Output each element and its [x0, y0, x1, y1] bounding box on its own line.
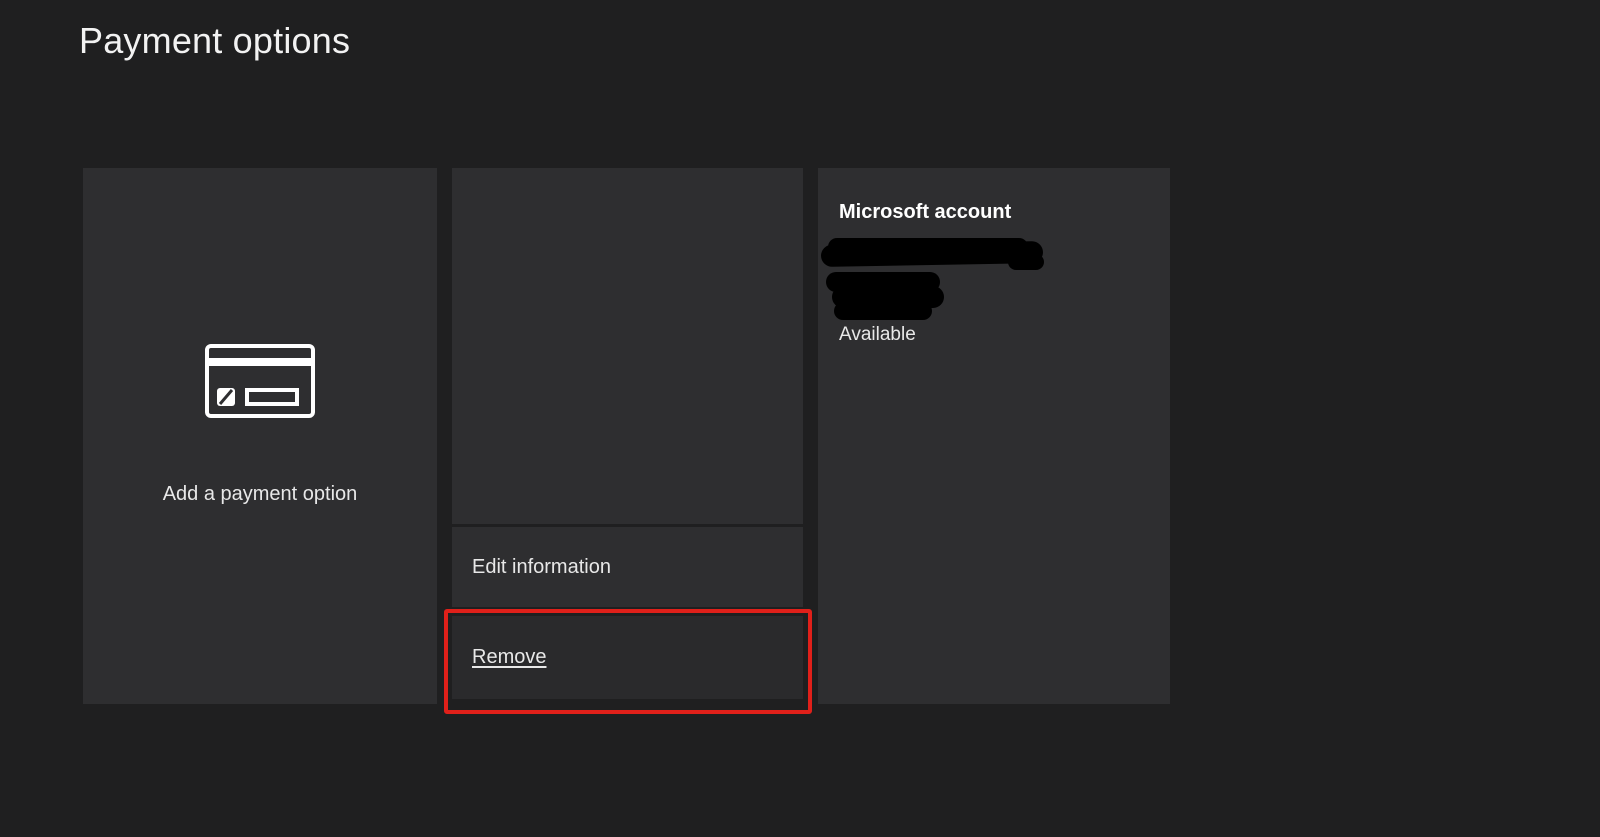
payment-options-page: Payment options Add a payment option Edi…	[0, 0, 1600, 837]
edit-information-label: Edit information	[472, 555, 611, 578]
remove-label: Remove	[472, 646, 547, 668]
add-payment-option-label: Add a payment option	[162, 483, 358, 505]
microsoft-account-status: Available	[839, 324, 916, 345]
add-payment-option-tile[interactable]: Add a payment option	[83, 168, 437, 704]
microsoft-account-title: Microsoft account	[839, 201, 1012, 223]
payment-card-tile[interactable]	[452, 168, 803, 524]
page-title: Payment options	[79, 20, 351, 61]
credit-card-icon	[205, 344, 315, 418]
redaction-mark	[834, 302, 932, 320]
redaction-mark	[1008, 254, 1044, 270]
edit-information-button[interactable]: Edit information	[452, 527, 803, 607]
remove-button[interactable]: Remove	[452, 616, 803, 699]
microsoft-account-tile[interactable]: Microsoft account Available	[818, 168, 1170, 704]
